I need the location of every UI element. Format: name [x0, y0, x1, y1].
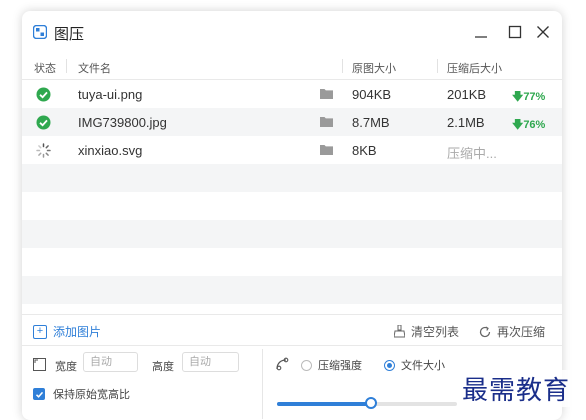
height-input[interactable]: 自动 — [182, 352, 239, 372]
settings-divider — [262, 349, 263, 419]
height-label: 高度 — [152, 361, 174, 373]
width-input[interactable]: 自动 — [83, 352, 138, 372]
empty-row — [22, 248, 562, 276]
header-original-size: 原图大小 — [352, 63, 396, 75]
empty-row — [22, 164, 562, 192]
folder-icon[interactable] — [320, 144, 333, 155]
plus-icon: + — [33, 324, 47, 339]
broom-icon — [394, 325, 405, 338]
minimize-icon[interactable] — [472, 23, 490, 41]
recompress-label: 再次压缩 — [497, 325, 546, 339]
empty-row — [22, 220, 562, 248]
compression-slider[interactable] — [277, 397, 457, 409]
file-name: IMG739800.jpg — [78, 115, 167, 130]
resize-icon — [33, 358, 46, 371]
clear-list-label: 清空列表 — [411, 325, 460, 339]
radio-filesize[interactable] — [384, 359, 395, 371]
column-divider — [342, 59, 343, 73]
title-bar: 图压 — [22, 11, 562, 53]
compression-ratio: 🡇77% — [512, 88, 545, 107]
add-image-label: 添加图片 — [53, 325, 102, 339]
radio-strength[interactable] — [301, 359, 312, 371]
success-check-icon — [36, 115, 51, 130]
header-filename: 文件名 — [78, 63, 111, 75]
table-row[interactable]: xinxiao.svg 8KB 压缩中... — [22, 136, 562, 164]
keep-ratio-checkbox[interactable] — [33, 388, 45, 400]
recompress-button[interactable]: 再次压缩 — [479, 323, 545, 340]
checkmark-icon — [35, 391, 43, 398]
radio-filesize-label: 文件大小 — [401, 360, 445, 372]
arrow-down-icon: 🡇 — [512, 119, 524, 131]
app-title: 图压 — [54, 26, 85, 43]
folder-icon[interactable] — [320, 88, 333, 99]
loading-spinner-icon — [36, 143, 51, 158]
ratio-value: 76% — [523, 119, 546, 131]
compressed-size: 2.1MB — [447, 115, 485, 130]
radio-strength-label: 压缩强度 — [318, 360, 362, 372]
empty-row — [22, 276, 562, 304]
table-header: 状态 文件名 原图大小 压缩后大小 — [22, 53, 562, 80]
keep-ratio-label: 保持原始宽高比 — [53, 389, 130, 401]
slider-fill — [277, 402, 371, 406]
header-status: 状态 — [34, 63, 56, 75]
app-window: 图压 状态 文件名 原图大小 压缩后大小 tuya-ui.png 904KB 2… — [22, 11, 562, 420]
file-name: tuya-ui.png — [78, 87, 143, 102]
original-size: 8.7MB — [352, 115, 390, 130]
compressed-size: 201KB — [447, 87, 487, 102]
ratio-value: 77% — [523, 91, 546, 103]
keep-ratio-option[interactable]: 保持原始宽高比 — [33, 386, 130, 402]
file-list: tuya-ui.png 904KB 201KB 🡇77% IMG739800.j… — [22, 80, 562, 304]
empty-row — [22, 192, 562, 220]
original-size: 904KB — [352, 87, 392, 102]
width-label: 宽度 — [55, 361, 77, 373]
app-logo-icon — [33, 25, 47, 39]
watermark-logo: 最需教育 — [462, 370, 571, 407]
add-image-button[interactable]: + 添加图片 — [33, 323, 101, 340]
original-size: 8KB — [352, 143, 377, 158]
compression-ratio: 🡇76% — [512, 116, 545, 135]
clear-list-button[interactable]: 清空列表 — [394, 323, 459, 340]
header-compressed-size: 压缩后大小 — [447, 63, 502, 75]
folder-icon[interactable] — [320, 116, 333, 127]
table-row[interactable]: IMG739800.jpg 8.7MB 2.1MB 🡇76% — [22, 108, 562, 136]
table-row[interactable]: tuya-ui.png 904KB 201KB 🡇77% — [22, 80, 562, 108]
maximize-icon[interactable] — [506, 23, 524, 41]
close-icon[interactable] — [534, 23, 552, 41]
compression-mode-group: 压缩强度 文件大小 — [301, 357, 445, 373]
column-divider — [437, 59, 438, 73]
compression-mode-icon — [276, 357, 289, 371]
refresh-icon — [479, 325, 491, 337]
action-bar: + 添加图片 清空列表 再次压缩 — [22, 314, 562, 346]
file-name: xinxiao.svg — [78, 143, 143, 158]
arrow-down-icon: 🡇 — [512, 91, 524, 103]
column-divider — [66, 59, 67, 73]
compressed-size: 压缩中... — [447, 146, 497, 161]
slider-handle[interactable] — [364, 397, 377, 409]
success-check-icon — [36, 87, 51, 102]
